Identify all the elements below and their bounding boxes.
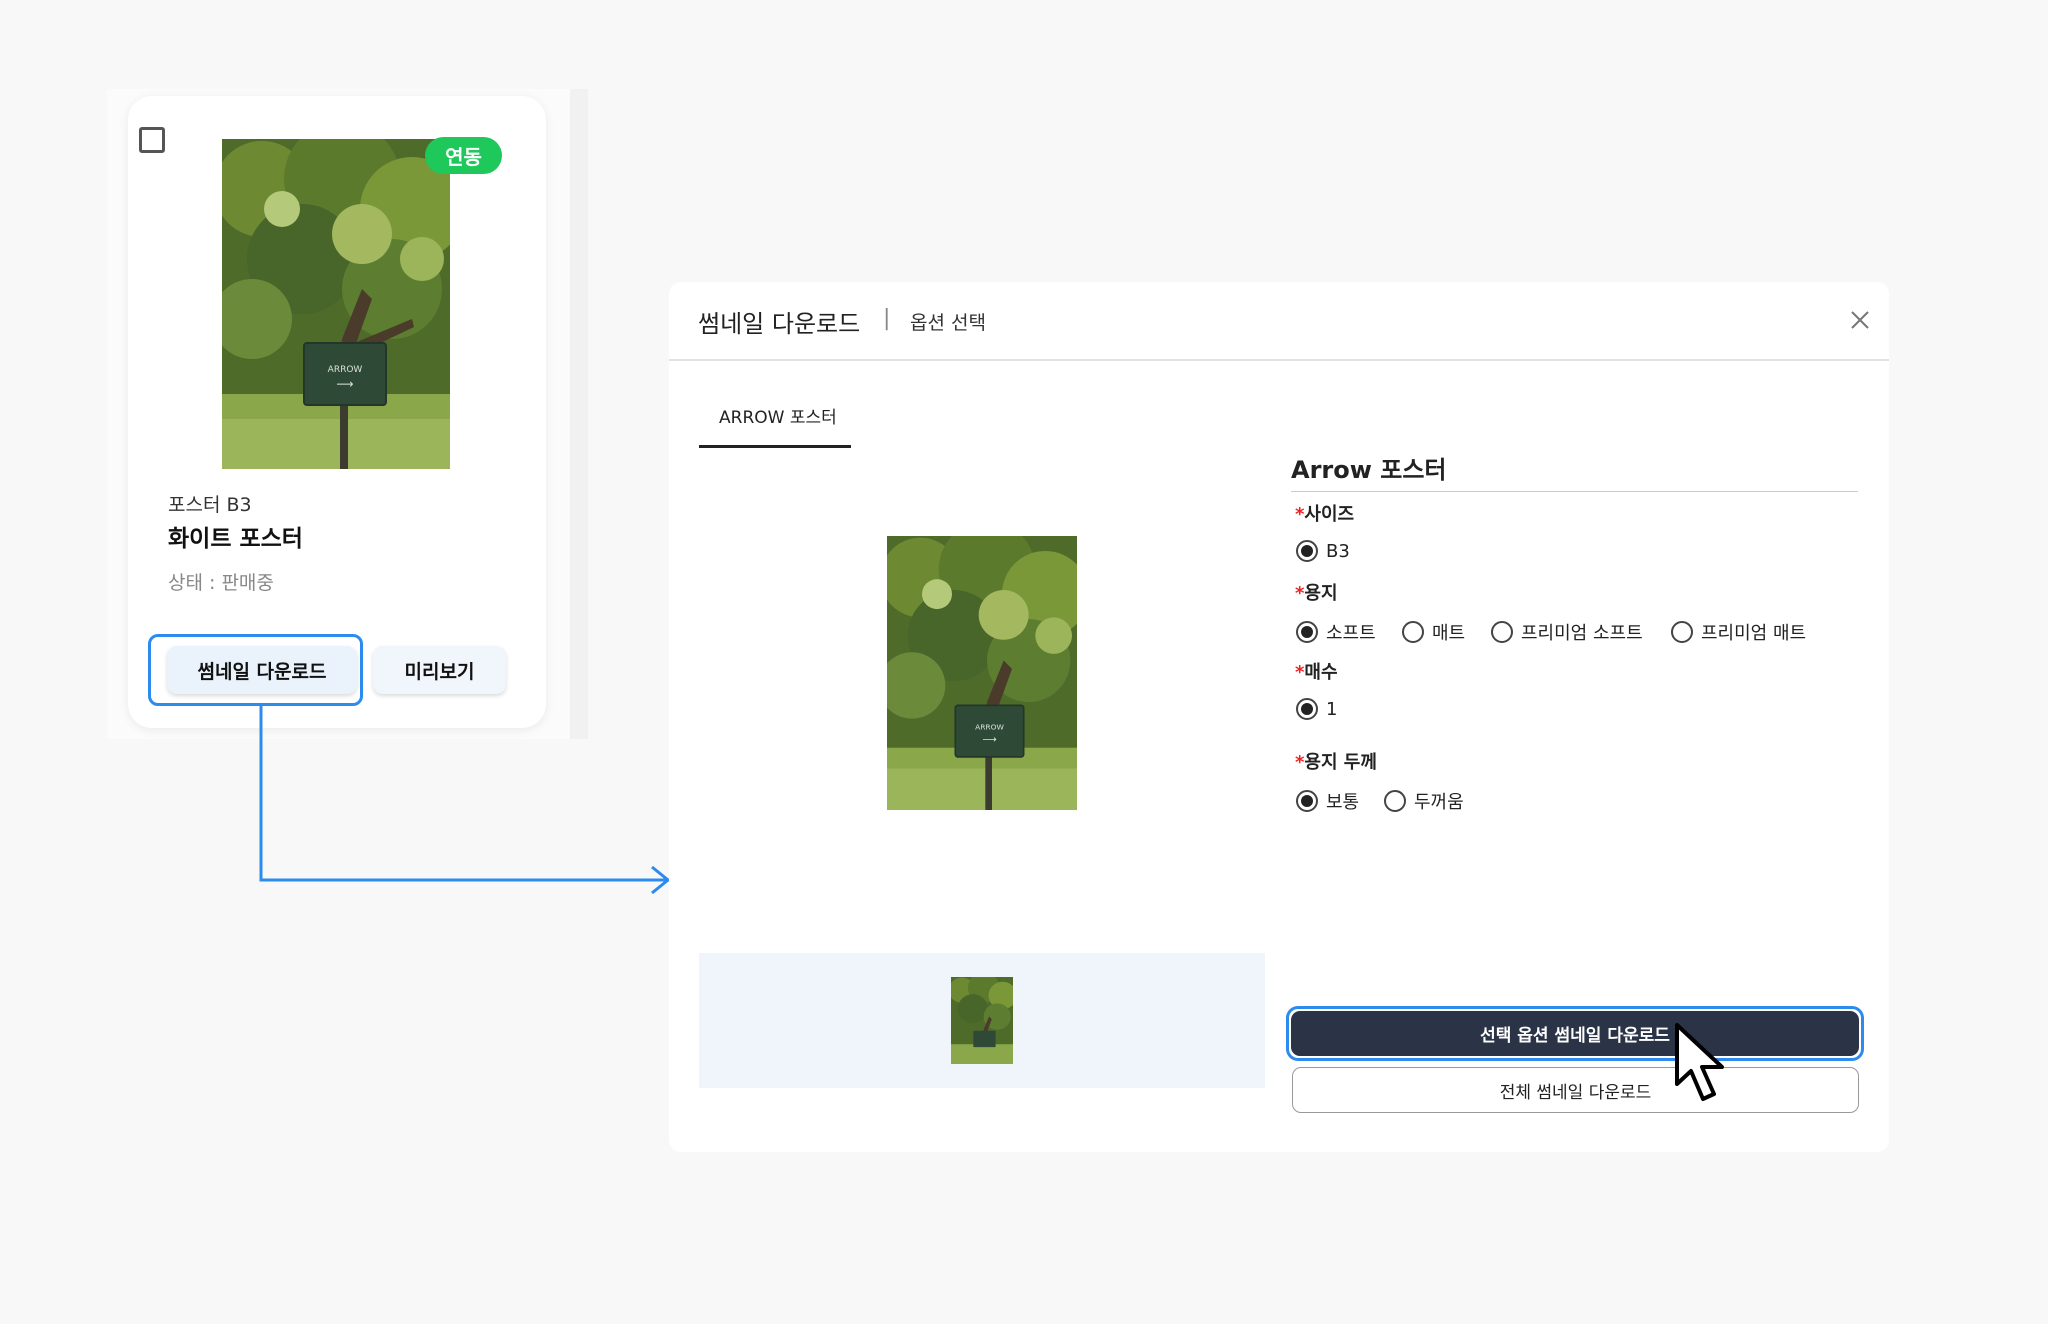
radio-label: 보통 (1326, 792, 1360, 813)
option-label-paper: *용지 (1295, 579, 1338, 605)
option-label-thickness: *용지 두께 (1295, 748, 1377, 774)
radio-paper-matte[interactable]: 매트 (1402, 619, 1465, 645)
radio-paper-premium-soft[interactable]: 프리미엄 소프트 (1491, 619, 1643, 645)
tab-active-indicator (699, 445, 851, 448)
radio-label: 프리미엄 매트 (1701, 623, 1807, 644)
modal-title: 썸네일 다운로드 (698, 310, 861, 338)
selected-options-download-button[interactable]: 선택 옵션 썸네일 다운로드 (1291, 1011, 1859, 1056)
tab-arrow-poster[interactable]: ARROW 포스터 (699, 395, 851, 449)
modal-subtitle: 옵션 선택 (910, 312, 986, 334)
radio-label: 소프트 (1326, 623, 1376, 644)
stage: ARROW ⟶ 연동 포스터 B3 화이트 포스터 상태 : 판매중 썸네일 다… (0, 0, 2048, 1324)
linked-status-badge: 연동 (425, 137, 502, 174)
option-label-quantity: *매수 (1295, 658, 1338, 684)
required-mark: * (1295, 583, 1305, 604)
required-mark: * (1295, 662, 1305, 683)
radio-thickness-normal[interactable]: 보통 (1296, 788, 1359, 814)
options-heading: Arrow 포스터 (1291, 456, 1447, 484)
sign-arrow: ⟶ (982, 735, 996, 746)
sign-text: ARROW (328, 365, 363, 375)
radio-size-b3[interactable]: B3 (1296, 540, 1350, 562)
sign-text: ARROW (975, 722, 1004, 731)
tab-label: ARROW 포스터 (719, 408, 837, 428)
radio-unselected-icon (1402, 621, 1424, 643)
radio-label: 1 (1326, 698, 1338, 720)
option-label-text: 매수 (1304, 662, 1338, 683)
radio-thickness-thick[interactable]: 두꺼움 (1384, 788, 1464, 814)
radio-quantity-1[interactable]: 1 (1296, 698, 1337, 720)
sign-arrow: ⟶ (336, 377, 353, 391)
radio-label: 프리미엄 소프트 (1521, 623, 1643, 644)
radio-unselected-icon (1491, 621, 1513, 643)
product-title: 화이트 포스터 (168, 526, 303, 552)
close-button[interactable] (1846, 306, 1874, 334)
preview-main-image: ARROW ⟶ (887, 536, 1077, 810)
required-mark: * (1295, 504, 1305, 525)
preview-button[interactable]: 미리보기 (373, 646, 506, 694)
close-icon (1851, 311, 1869, 329)
modal-header-divider (669, 359, 1889, 361)
radio-selected-icon (1296, 698, 1318, 720)
option-label-text: 용지 (1304, 583, 1338, 604)
option-label-text: 사이즈 (1304, 504, 1355, 525)
all-thumbnails-download-button[interactable]: 전체 썸네일 다운로드 (1292, 1067, 1859, 1113)
product-select-checkbox[interactable] (139, 127, 165, 153)
product-image: ARROW ⟶ (222, 139, 450, 469)
option-label-size: *사이즈 (1295, 500, 1354, 526)
title-separator: | (883, 306, 891, 331)
radio-paper-soft[interactable]: 소프트 (1296, 619, 1376, 645)
radio-label: 두꺼움 (1414, 792, 1464, 813)
option-label-text: 용지 두께 (1304, 752, 1377, 773)
radio-unselected-icon (1384, 790, 1406, 812)
radio-selected-icon (1296, 540, 1318, 562)
product-subtitle: 포스터 B3 (168, 494, 252, 516)
radio-paper-premium-matte[interactable]: 프리미엄 매트 (1671, 619, 1806, 645)
radio-selected-icon (1296, 621, 1318, 643)
options-divider (1291, 491, 1858, 492)
radio-label: 매트 (1432, 623, 1466, 644)
required-mark: * (1295, 752, 1305, 773)
radio-selected-icon (1296, 790, 1318, 812)
radio-label: B3 (1326, 540, 1350, 562)
radio-unselected-icon (1671, 621, 1693, 643)
thumbnail-item[interactable] (951, 977, 1013, 1064)
thumbnail-download-button[interactable]: 썸네일 다운로드 (167, 646, 357, 694)
product-status: 상태 : 판매중 (168, 572, 274, 594)
